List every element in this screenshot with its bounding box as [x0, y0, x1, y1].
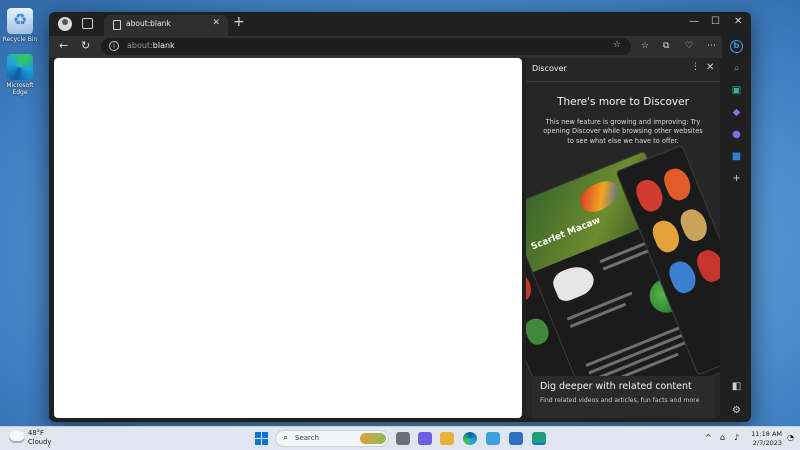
tab-title: about:blank [126, 19, 171, 28]
bird-image [677, 205, 712, 245]
edge-icon [7, 54, 33, 80]
discover-heading: There's more to Discover [557, 96, 689, 108]
bird-image [649, 216, 684, 256]
outlook-icon[interactable]: ■ [730, 150, 743, 163]
search-icon: ⌕ [283, 433, 289, 443]
refresh-icon[interactable]: ↻ [81, 39, 90, 52]
map-image [549, 261, 599, 304]
weather-condition[interactable]: Cloudy [28, 438, 51, 446]
more-options-icon[interactable]: ⋮ [691, 62, 700, 72]
page-icon [113, 20, 121, 30]
taskbar: 48°F Cloudy ⌕ Search ^ ⌂ ♪ 11:18 AM 2/7/… [0, 426, 800, 450]
photos-icon[interactable] [509, 432, 523, 445]
shopping-icon[interactable]: ▣ [730, 84, 743, 97]
edge-sidebar: b ⌕ ▣ ◆ ● ■ + ◧ ⚙ [722, 36, 751, 422]
notification-icon[interactable]: ◔ [787, 433, 794, 442]
extensions-icon[interactable]: ♡ [685, 41, 693, 51]
collections-icon[interactable]: ⧉ [663, 41, 669, 51]
title-bar: about:blank ✕ + — ☐ ✕ [49, 12, 751, 36]
tab-about-blank[interactable]: about:blank ✕ [104, 15, 228, 36]
add-favorite-icon[interactable]: ☆ [613, 40, 621, 50]
bird-image [660, 164, 695, 204]
promo-subtitle: Find related videos and articles, fun fa… [540, 397, 700, 404]
teams-chat-icon[interactable] [418, 432, 432, 445]
recycle-bin-icon [7, 8, 33, 34]
tab-close-icon[interactable]: ✕ [212, 18, 220, 28]
close-window-icon[interactable]: ✕ [734, 16, 742, 27]
address-text: about:blank [127, 41, 175, 50]
preview-collage: Scarlet Macaw [526, 144, 720, 418]
clock-time[interactable]: 11:18 AM [748, 430, 782, 438]
edge-taskbar-icon[interactable] [463, 432, 477, 445]
search-label: Search [295, 434, 320, 442]
windows-logo-icon [255, 432, 261, 438]
maximize-icon[interactable]: ☐ [711, 16, 720, 27]
settings-more-icon[interactable]: ⋯ [707, 41, 716, 51]
tab-actions-icon[interactable] [82, 18, 93, 29]
discover-title: Discover [532, 64, 567, 73]
close-icon[interactable]: ✕ [706, 62, 714, 73]
bird-image [526, 315, 553, 348]
file-explorer-icon[interactable] [440, 432, 454, 445]
active-app-icon[interactable] [532, 432, 546, 445]
clock-date[interactable]: 2/7/2023 [748, 439, 782, 447]
toolbar: ← ↻ i about:blank ☆ ☆ ⧉ ♡ ⋯ [49, 36, 751, 58]
favorites-star-icon[interactable]: ☆ [641, 41, 649, 51]
bing-discover-icon[interactable]: b [730, 40, 743, 53]
address-bar[interactable]: i about:blank ☆ [101, 38, 631, 55]
browser-window: about:blank ✕ + — ☐ ✕ ← ↻ i about:blank … [49, 12, 751, 422]
back-icon[interactable]: ← [59, 39, 68, 52]
profile-icon[interactable] [58, 17, 72, 31]
network-icon[interactable]: ⌂ [720, 433, 725, 442]
sidebar-layout-icon[interactable]: ◧ [730, 380, 743, 393]
volume-icon[interactable]: ♪ [734, 433, 739, 442]
tools-icon[interactable]: ◆ [730, 106, 743, 119]
desktop-recycle-bin[interactable]: Recycle Bin [0, 8, 40, 43]
discover-description: This new feature is growing and improvin… [543, 118, 703, 145]
new-tab-icon[interactable]: + [233, 14, 245, 30]
bird-image [665, 257, 700, 297]
search-icon[interactable]: ⌕ [730, 62, 743, 75]
discover-header: Discover ⋮ ✕ [526, 58, 720, 82]
minimize-icon[interactable]: — [689, 16, 699, 27]
page-content[interactable] [54, 58, 522, 418]
bird-image [632, 176, 667, 215]
promo-banner: Dig deeper with related content Find rel… [532, 376, 714, 418]
desktop-icon-label: Microsoft Edge [6, 82, 34, 96]
search-highlight-icon [360, 433, 386, 444]
cloud-icon[interactable] [9, 431, 25, 443]
weather-temperature[interactable]: 48°F [28, 429, 44, 437]
store-icon[interactable] [486, 432, 500, 445]
taskbar-search[interactable]: ⌕ Search [275, 430, 389, 447]
task-view-icon[interactable] [396, 432, 410, 445]
promo-title: Dig deeper with related content [540, 381, 692, 392]
discover-pane: Discover ⋮ ✕ There's more to Discover Th… [526, 58, 720, 418]
sidebar-settings-icon[interactable]: ⚙ [730, 404, 743, 417]
desktop-edge[interactable]: Microsoft Edge [0, 54, 40, 96]
bird-image [693, 246, 720, 286]
start-button[interactable] [255, 432, 268, 445]
info-icon[interactable]: i [109, 41, 119, 51]
add-app-icon[interactable]: + [730, 172, 743, 185]
desktop-icon-label: Recycle Bin [2, 36, 38, 43]
games-icon[interactable]: ● [730, 128, 743, 141]
chevron-up-icon[interactable]: ^ [705, 433, 712, 442]
